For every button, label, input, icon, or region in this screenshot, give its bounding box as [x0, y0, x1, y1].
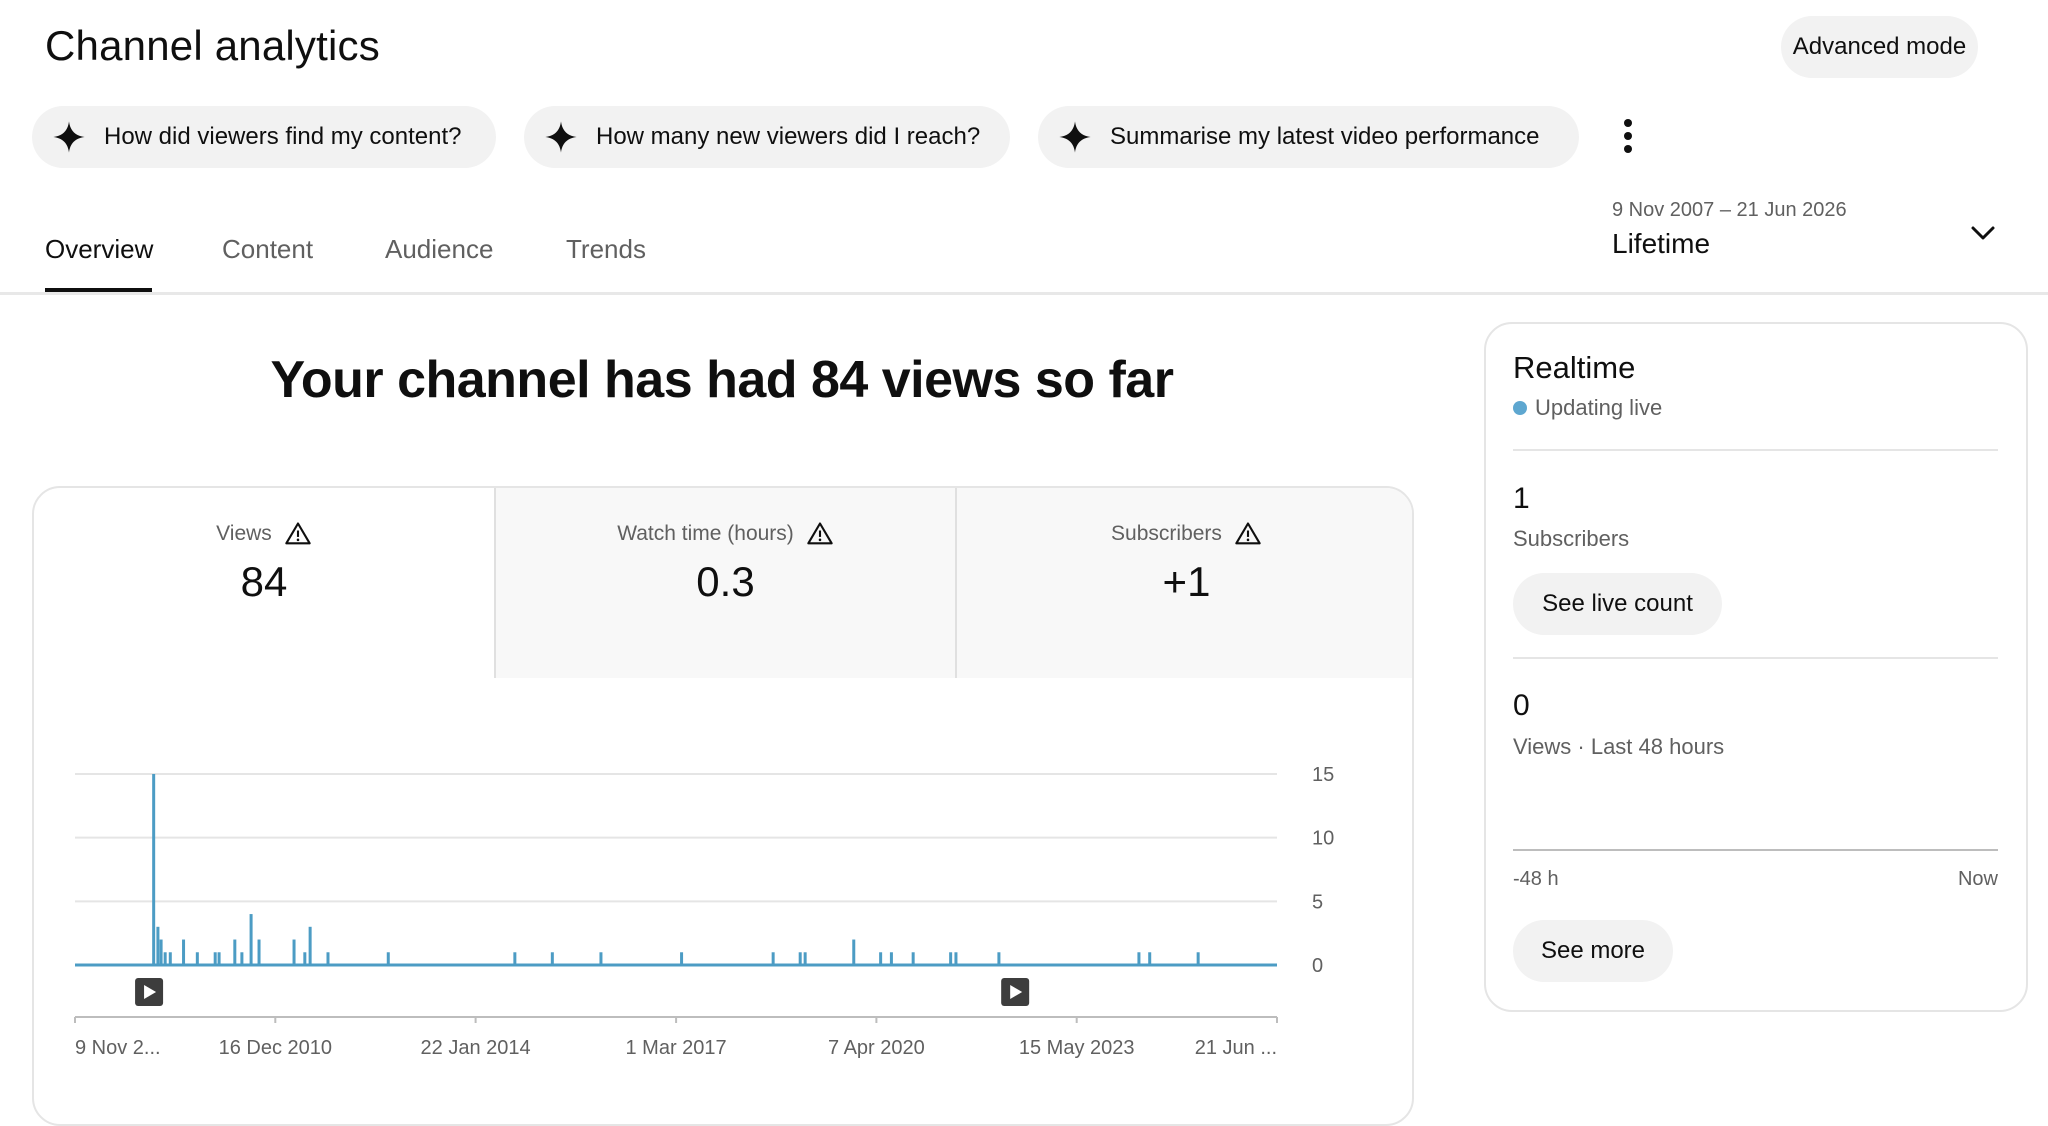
- data-bar: [599, 952, 603, 965]
- realtime-card: [1484, 322, 2028, 1012]
- video-play-icon[interactable]: [1001, 978, 1030, 1006]
- x-tick-label: 1 Mar 2017: [626, 1037, 727, 1059]
- data-bar: [217, 952, 221, 965]
- data-bar: [159, 939, 163, 965]
- realtime-status: Updating live: [1513, 395, 1662, 421]
- data-bar: [213, 952, 217, 965]
- realtime-status-text: Updating live: [1535, 395, 1663, 420]
- x-tick-label: 9 Nov 2...: [75, 1037, 161, 1059]
- data-bar: [852, 939, 856, 965]
- realtime-chart-axis: [1513, 849, 1998, 851]
- data-bar: [233, 939, 237, 965]
- y-tick-label: 15: [1312, 764, 1334, 786]
- x-tick-label: 15 May 2023: [1019, 1037, 1135, 1059]
- y-tick-label: 0: [1312, 955, 1323, 977]
- data-bar: [152, 774, 156, 965]
- data-bar: [386, 952, 390, 965]
- realtime-subscribers-value: 1: [1513, 482, 1530, 515]
- realtime-title: Realtime: [1513, 350, 1636, 385]
- video-play-icon[interactable]: [135, 978, 164, 1006]
- realtime-axis-end: Now: [1957, 868, 1998, 890]
- data-bar: [1137, 952, 1141, 965]
- data-bar: [550, 952, 554, 965]
- y-tick-label: 5: [1312, 891, 1323, 913]
- divider: [1513, 657, 1998, 659]
- data-bar: [156, 926, 160, 965]
- realtime-views-label: Views · Last 48 hours: [1513, 734, 1725, 759]
- see-more-button[interactable]: See more: [1513, 920, 1673, 982]
- data-bar: [680, 952, 684, 965]
- live-dot-icon: [1513, 401, 1527, 415]
- data-bar: [249, 914, 253, 965]
- data-bar: [949, 952, 953, 965]
- realtime-subscribers-label: Subscribers: [1513, 526, 1630, 551]
- data-bar: [889, 952, 893, 965]
- data-bar: [798, 952, 802, 965]
- data-bar: [1196, 952, 1200, 965]
- data-bar: [163, 952, 167, 965]
- data-bar: [803, 952, 807, 965]
- data-bar: [326, 952, 330, 965]
- realtime-axis-start: -48 h: [1513, 868, 1559, 890]
- data-bar: [997, 952, 1001, 965]
- data-bar: [257, 939, 261, 965]
- x-tick-label: 16 Dec 2010: [219, 1037, 332, 1059]
- data-bar: [195, 952, 199, 965]
- x-tick-label: 21 Jun ...: [1195, 1037, 1277, 1059]
- x-tick-label: 22 Jan 2014: [421, 1037, 531, 1059]
- data-bar: [168, 952, 172, 965]
- data-bar: [954, 952, 958, 965]
- data-bar: [303, 952, 307, 965]
- data-bar: [308, 926, 312, 965]
- data-bar: [911, 952, 915, 965]
- see-live-count-button[interactable]: See live count: [1513, 573, 1722, 635]
- y-tick-label: 10: [1312, 828, 1334, 850]
- data-bar: [240, 952, 244, 965]
- data-bar: [292, 939, 296, 965]
- realtime-views-value: 0: [1513, 689, 1530, 722]
- data-bar: [879, 952, 883, 965]
- data-bar: [182, 939, 186, 965]
- data-bar: [1148, 952, 1152, 965]
- data-bar: [513, 952, 517, 965]
- divider: [1513, 449, 1998, 451]
- x-tick-label: 7 Apr 2020: [828, 1037, 925, 1059]
- data-bar: [771, 952, 775, 965]
